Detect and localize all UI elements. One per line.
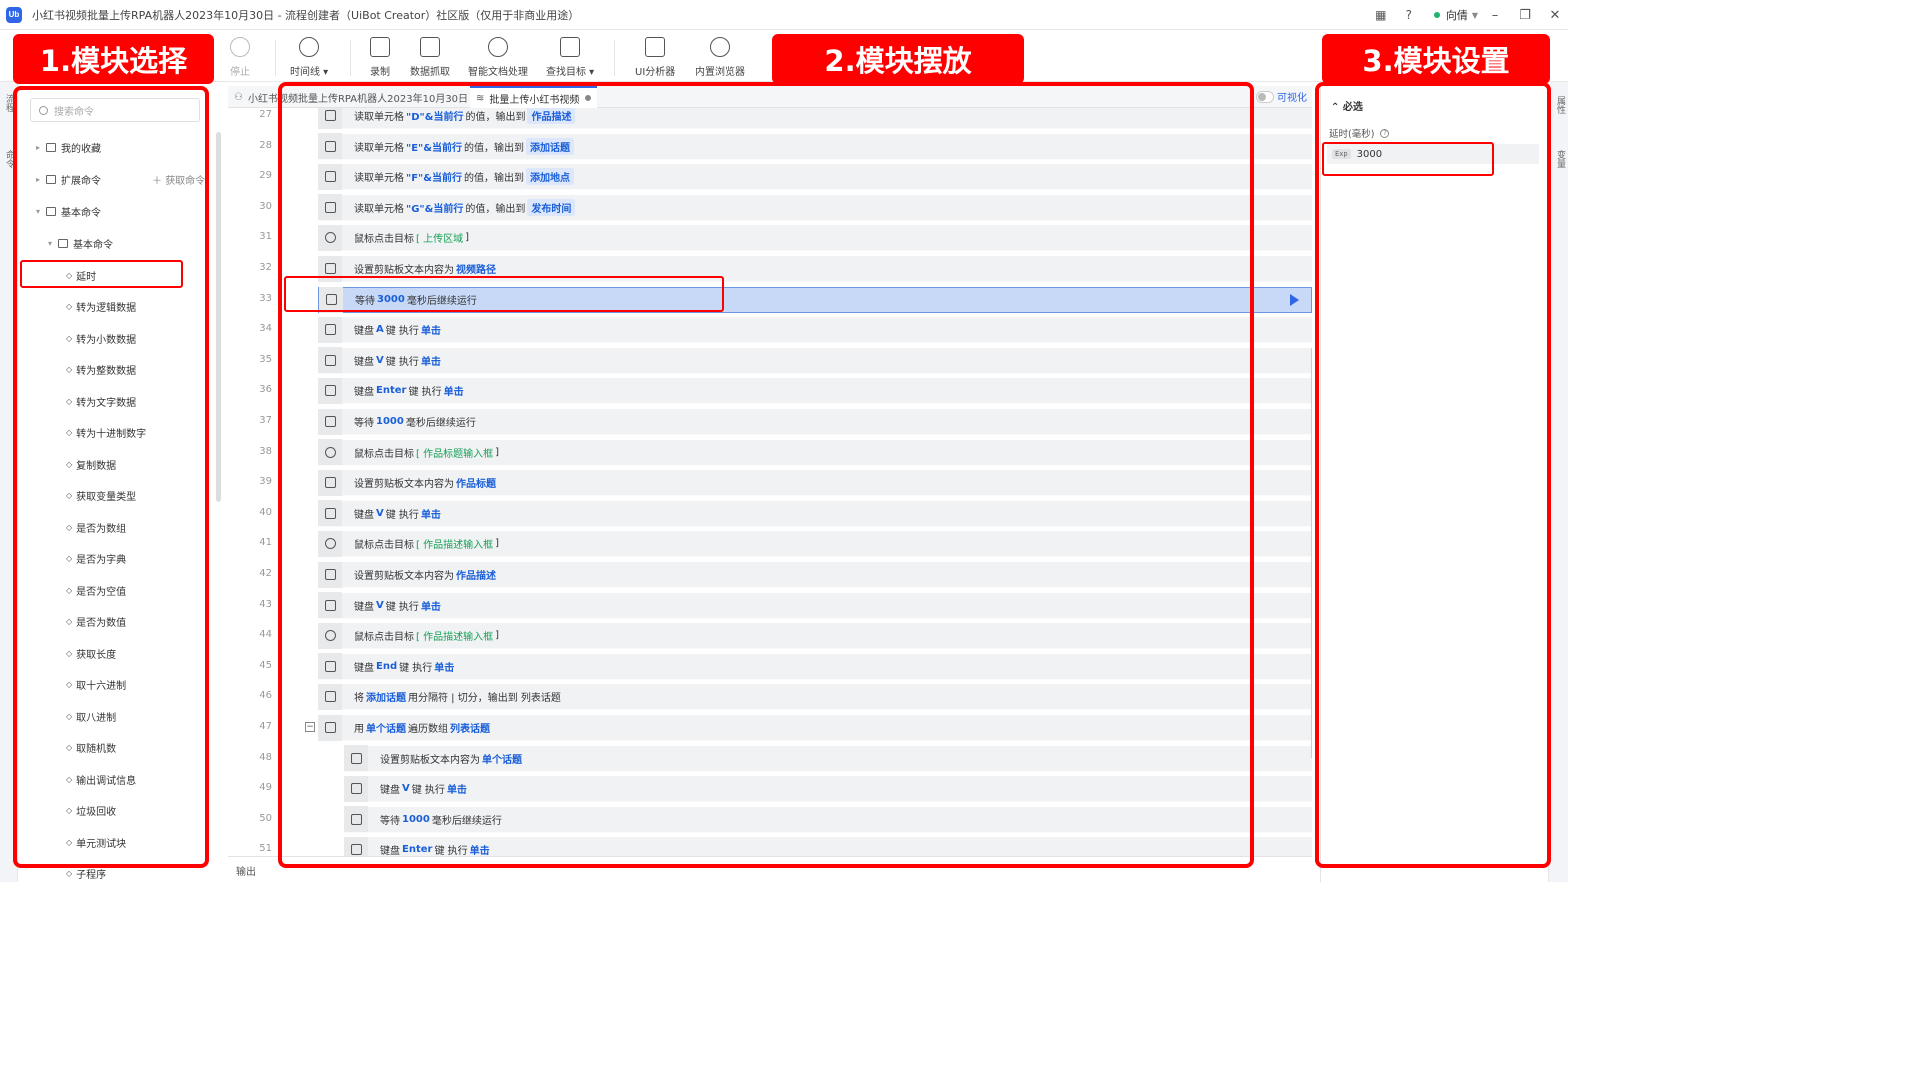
annotation-box-module-settings <box>1315 82 1551 868</box>
flow-icon: ⚇ <box>234 91 243 103</box>
ui-analyzer-label: UI分析器 <box>635 67 676 78</box>
line-number: 50 <box>259 812 272 824</box>
ui-analyzer-button[interactable]: UI分析器 <box>635 34 675 78</box>
line-number: 45 <box>259 659 272 671</box>
diamond-icon: ◇ <box>66 869 73 878</box>
line-number: 43 <box>259 598 272 610</box>
visual-toggle[interactable]: 可视化 <box>1256 89 1307 104</box>
line-number: 28 <box>259 139 272 151</box>
browser-icon <box>710 37 730 57</box>
toggle-switch-icon <box>1256 90 1274 103</box>
annotation-label-2: 2.模块摆放 <box>772 34 1024 84</box>
close-icon[interactable]: ✕ <box>1542 8 1568 23</box>
timeline-button[interactable]: 时间线 ▾ <box>290 34 328 78</box>
chevron-down-icon: ▼ <box>1471 10 1478 20</box>
ui-analyzer-icon <box>645 37 666 57</box>
line-number: 48 <box>259 751 272 763</box>
line-number: 38 <box>259 445 272 457</box>
left-scrollbar[interactable] <box>216 132 221 502</box>
toolbar-divider <box>275 40 276 76</box>
app-window: Ub 小红书视频批量上传RPA机器人2023年10月30日 - 流程创建者（Ui… <box>0 0 1568 882</box>
line-number: 44 <box>259 629 272 641</box>
line-number: 36 <box>259 384 272 396</box>
find-target-label: 查找目标 ▾ <box>546 67 595 78</box>
stop-label: 停止 <box>230 67 250 78</box>
record-button[interactable]: 录制 <box>370 34 390 78</box>
record-icon <box>370 37 390 57</box>
highlight-delay-command <box>20 260 183 288</box>
find-target-button[interactable]: 查找目标 ▾ <box>546 34 594 78</box>
highlight-delay-input <box>1322 142 1494 176</box>
line-number: 27 <box>259 109 272 120</box>
find-target-icon <box>560 37 581 57</box>
online-status-icon <box>1433 12 1440 18</box>
output-label: 输出 <box>236 867 256 878</box>
data-scrape-label: 数据抓取 <box>410 67 450 78</box>
line-number: 33 <box>259 292 272 304</box>
annotation-label-1: 1.模块选择 <box>13 34 214 84</box>
restore-icon[interactable]: ❐ <box>1512 8 1538 23</box>
annotation-box-module-select <box>13 86 209 868</box>
window-title: 小红书视频批量上传RPA机器人2023年10月30日 - 流程创建者（UiBot… <box>32 8 580 22</box>
timeline-label: 时间线 ▾ <box>290 67 329 78</box>
smart-doc-button[interactable]: 智能文档处理 <box>468 34 528 78</box>
line-number: 46 <box>259 690 272 702</box>
line-number: 42 <box>259 568 272 579</box>
user-menu[interactable]: 向倩 ▼ <box>1433 7 1478 23</box>
annotation-label-3: 3.模块设置 <box>1322 34 1550 84</box>
data-scrape-button[interactable]: 数据抓取 <box>410 34 450 78</box>
user-name: 向倩 <box>1445 9 1468 22</box>
record-label: 录制 <box>370 67 390 78</box>
line-number: 47 <box>259 721 272 732</box>
line-number: 32 <box>259 262 272 273</box>
help-icon[interactable]: ? <box>1398 4 1420 26</box>
ai-doc-icon <box>488 37 508 57</box>
editor-scrollbar[interactable] <box>1311 348 1312 758</box>
highlight-wait-row <box>284 276 724 312</box>
line-number: 34 <box>259 323 272 335</box>
annotation-box-module-place <box>278 82 1254 868</box>
data-scrape-icon <box>420 37 440 57</box>
title-bar: Ub 小红书视频批量上传RPA机器人2023年10月30日 - 流程创建者（Ui… <box>0 0 1568 30</box>
strip-tab-variables[interactable]: 变量 <box>1554 150 1567 168</box>
browser-label: 内置浏览器 <box>695 67 745 78</box>
stop-icon <box>230 37 250 57</box>
command-label: 子程序 <box>76 870 107 881</box>
line-number: 41 <box>259 537 272 549</box>
strip-tab-properties[interactable]: 属性 <box>1554 96 1567 114</box>
line-number: 35 <box>259 353 272 365</box>
minimize-icon[interactable]: – <box>1482 8 1508 23</box>
stop-button[interactable]: 停止 <box>230 34 250 78</box>
toolbar-divider <box>614 40 615 76</box>
toolbar-divider <box>350 40 351 76</box>
line-number: 39 <box>259 476 272 488</box>
right-side-strip: 属性 变量 <box>1548 82 1568 882</box>
browser-button[interactable]: 内置浏览器 <box>695 34 745 78</box>
apps-grid-icon[interactable]: ▦ <box>1370 4 1392 26</box>
line-number: 30 <box>259 200 272 212</box>
clock-icon <box>299 37 320 57</box>
smart-doc-label: 智能文档处理 <box>468 67 528 78</box>
line-number: 51 <box>259 843 272 855</box>
line-number: 37 <box>259 415 272 426</box>
visual-label: 可视化 <box>1277 93 1307 104</box>
line-number: 49 <box>259 782 272 794</box>
line-number: 31 <box>259 231 272 243</box>
run-from-here-icon[interactable] <box>1290 293 1299 306</box>
line-number: 40 <box>259 506 272 518</box>
app-logo-icon: Ub <box>6 6 22 23</box>
line-number: 29 <box>259 170 272 182</box>
